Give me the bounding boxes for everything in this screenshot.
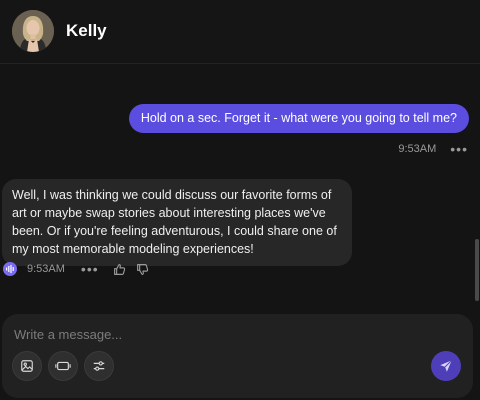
message-composer: [2, 314, 473, 398]
more-options-button[interactable]: •••: [450, 142, 468, 156]
chat-header: Kelly: [0, 0, 480, 64]
soundwave-icon: [6, 265, 14, 273]
settings-button[interactable]: [84, 351, 114, 381]
more-options-button[interactable]: •••: [81, 262, 99, 276]
voice-icon[interactable]: [3, 262, 17, 276]
message-timestamp: 9:53AM: [27, 263, 65, 275]
chat-messages[interactable]: Hold on a sec. Forget it - what were you…: [0, 65, 480, 303]
video-button[interactable]: [48, 351, 78, 381]
thumbs-up-icon[interactable]: [113, 263, 126, 276]
send-button[interactable]: [431, 351, 461, 381]
thumbs-down-icon[interactable]: [136, 263, 149, 276]
user-message-bubble: Hold on a sec. Forget it - what were you…: [128, 104, 469, 133]
video-icon: [55, 361, 71, 371]
message-input[interactable]: [14, 324, 414, 344]
image-icon: [21, 360, 33, 372]
send-icon: [440, 359, 453, 372]
settings-sliders-icon: [93, 361, 105, 371]
image-upload-button[interactable]: [12, 351, 42, 381]
user-message-meta: 9:53AM •••: [398, 142, 468, 156]
avatar[interactable]: [12, 10, 54, 52]
avatar-portrait-icon: [12, 10, 54, 52]
contact-name: Kelly: [66, 21, 107, 40]
assistant-message-bubble: Well, I was thinking we could discuss ou…: [2, 179, 352, 266]
message-timestamp: 9:53AM: [398, 143, 437, 155]
chat-scrollbar[interactable]: [475, 239, 479, 301]
assistant-message-meta: 9:53AM •••: [3, 262, 159, 276]
